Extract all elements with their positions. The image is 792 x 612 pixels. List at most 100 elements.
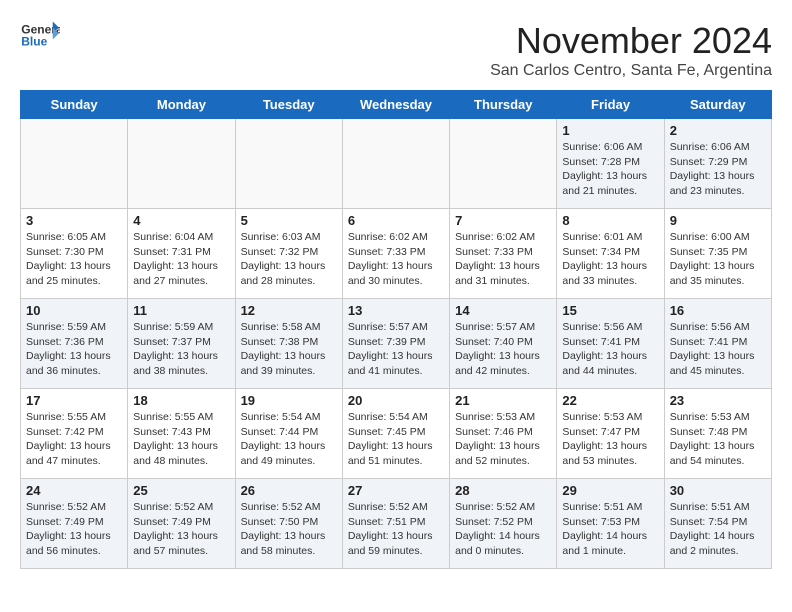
calendar-cell: 26 Sunrise: 5:52 AM Sunset: 7:50 PM Dayli… xyxy=(235,479,342,569)
day-number: 13 xyxy=(348,303,444,318)
day-info: Sunrise: 5:52 AM Sunset: 7:49 PM Dayligh… xyxy=(26,500,122,559)
day-number: 17 xyxy=(26,393,122,408)
day-number: 8 xyxy=(562,213,658,228)
calendar-cell: 17 Sunrise: 5:55 AM Sunset: 7:42 PM Dayli… xyxy=(21,389,128,479)
day-number: 24 xyxy=(26,483,122,498)
day-info: Sunrise: 5:55 AM Sunset: 7:43 PM Dayligh… xyxy=(133,410,229,469)
day-number: 3 xyxy=(26,213,122,228)
day-of-week-header: Sunday xyxy=(21,91,128,119)
day-info: Sunrise: 5:57 AM Sunset: 7:39 PM Dayligh… xyxy=(348,320,444,379)
day-number: 15 xyxy=(562,303,658,318)
day-info: Sunrise: 6:02 AM Sunset: 7:33 PM Dayligh… xyxy=(348,230,444,289)
svg-text:Blue: Blue xyxy=(21,35,47,49)
day-info: Sunrise: 5:52 AM Sunset: 7:52 PM Dayligh… xyxy=(455,500,551,559)
calendar-cell: 20 Sunrise: 5:54 AM Sunset: 7:45 PM Dayli… xyxy=(342,389,449,479)
calendar-cell: 3 Sunrise: 6:05 AM Sunset: 7:30 PM Daylig… xyxy=(21,209,128,299)
day-of-week-header: Friday xyxy=(557,91,664,119)
calendar-cell xyxy=(21,119,128,209)
day-info: Sunrise: 6:06 AM Sunset: 7:28 PM Dayligh… xyxy=(562,140,658,199)
calendar-cell: 15 Sunrise: 5:56 AM Sunset: 7:41 PM Dayli… xyxy=(557,299,664,389)
subtitle: San Carlos Centro, Santa Fe, Argentina xyxy=(490,62,772,80)
day-of-week-header: Thursday xyxy=(450,91,557,119)
calendar-cell xyxy=(235,119,342,209)
calendar-table: SundayMondayTuesdayWednesdayThursdayFrid… xyxy=(20,90,772,569)
calendar-cell: 24 Sunrise: 5:52 AM Sunset: 7:49 PM Dayli… xyxy=(21,479,128,569)
calendar-cell: 30 Sunrise: 5:51 AM Sunset: 7:54 PM Dayli… xyxy=(664,479,771,569)
calendar-cell: 8 Sunrise: 6:01 AM Sunset: 7:34 PM Daylig… xyxy=(557,209,664,299)
calendar-cell: 13 Sunrise: 5:57 AM Sunset: 7:39 PM Dayli… xyxy=(342,299,449,389)
calendar-cell: 21Sunrise: 5:53 AM Sunset: 7:46 PM Dayli… xyxy=(450,389,557,479)
calendar-cell: 6 Sunrise: 6:02 AM Sunset: 7:33 PM Daylig… xyxy=(342,209,449,299)
day-info: Sunrise: 5:53 AM Sunset: 7:47 PM Dayligh… xyxy=(562,410,658,469)
day-of-week-header: Wednesday xyxy=(342,91,449,119)
calendar-cell: 27 Sunrise: 5:52 AM Sunset: 7:51 PM Dayli… xyxy=(342,479,449,569)
day-of-week-header: Tuesday xyxy=(235,91,342,119)
calendar-cell: 16 Sunrise: 5:56 AM Sunset: 7:41 PM Dayli… xyxy=(664,299,771,389)
calendar-cell: 5Sunrise: 6:03 AM Sunset: 7:32 PM Daylig… xyxy=(235,209,342,299)
day-number: 28 xyxy=(455,483,551,498)
day-info: Sunrise: 5:54 AM Sunset: 7:45 PM Dayligh… xyxy=(348,410,444,469)
day-number: 7 xyxy=(455,213,551,228)
calendar-cell: 28 Sunrise: 5:52 AM Sunset: 7:52 PM Dayli… xyxy=(450,479,557,569)
day-number: 14 xyxy=(455,303,551,318)
calendar-cell: 19 Sunrise: 5:54 AM Sunset: 7:44 PM Dayli… xyxy=(235,389,342,479)
day-number: 12 xyxy=(241,303,337,318)
day-info: Sunrise: 5:55 AM Sunset: 7:42 PM Dayligh… xyxy=(26,410,122,469)
day-number: 21 xyxy=(455,393,551,408)
day-number: 4 xyxy=(133,213,229,228)
day-info: Sunrise: 5:56 AM Sunset: 7:41 PM Dayligh… xyxy=(562,320,658,379)
logo-icon: General Blue xyxy=(20,20,60,50)
day-number: 30 xyxy=(670,483,766,498)
day-number: 20 xyxy=(348,393,444,408)
day-info: Sunrise: 5:59 AM Sunset: 7:37 PM Dayligh… xyxy=(133,320,229,379)
calendar-cell: 22 Sunrise: 5:53 AM Sunset: 7:47 PM Dayli… xyxy=(557,389,664,479)
day-of-week-header: Monday xyxy=(128,91,235,119)
day-info: Sunrise: 5:51 AM Sunset: 7:54 PM Dayligh… xyxy=(670,500,766,559)
calendar-cell: 23Sunrise: 5:53 AM Sunset: 7:48 PM Dayli… xyxy=(664,389,771,479)
day-number: 6 xyxy=(348,213,444,228)
day-number: 5 xyxy=(241,213,337,228)
month-title: November 2024 xyxy=(490,20,772,62)
day-number: 18 xyxy=(133,393,229,408)
day-info: Sunrise: 5:54 AM Sunset: 7:44 PM Dayligh… xyxy=(241,410,337,469)
day-number: 22 xyxy=(562,393,658,408)
day-info: Sunrise: 6:05 AM Sunset: 7:30 PM Dayligh… xyxy=(26,230,122,289)
day-info: Sunrise: 5:52 AM Sunset: 7:50 PM Dayligh… xyxy=(241,500,337,559)
title-section: November 2024 San Carlos Centro, Santa F… xyxy=(490,20,772,80)
calendar-cell: 29 Sunrise: 5:51 AM Sunset: 7:53 PM Dayli… xyxy=(557,479,664,569)
day-info: Sunrise: 6:01 AM Sunset: 7:34 PM Dayligh… xyxy=(562,230,658,289)
calendar-cell: 10Sunrise: 5:59 AM Sunset: 7:36 PM Dayli… xyxy=(21,299,128,389)
day-number: 26 xyxy=(241,483,337,498)
calendar-cell xyxy=(128,119,235,209)
day-of-week-header: Saturday xyxy=(664,91,771,119)
day-info: Sunrise: 6:04 AM Sunset: 7:31 PM Dayligh… xyxy=(133,230,229,289)
calendar-cell: 1 Sunrise: 6:06 AM Sunset: 7:28 PM Daylig… xyxy=(557,119,664,209)
calendar-cell: 2Sunrise: 6:06 AM Sunset: 7:29 PM Daylig… xyxy=(664,119,771,209)
day-number: 16 xyxy=(670,303,766,318)
day-info: Sunrise: 6:00 AM Sunset: 7:35 PM Dayligh… xyxy=(670,230,766,289)
day-number: 19 xyxy=(241,393,337,408)
calendar-cell: 12 Sunrise: 5:58 AM Sunset: 7:38 PM Dayli… xyxy=(235,299,342,389)
day-number: 29 xyxy=(562,483,658,498)
day-info: Sunrise: 5:56 AM Sunset: 7:41 PM Dayligh… xyxy=(670,320,766,379)
calendar-cell: 9Sunrise: 6:00 AM Sunset: 7:35 PM Daylig… xyxy=(664,209,771,299)
calendar-cell: 11 Sunrise: 5:59 AM Sunset: 7:37 PM Dayli… xyxy=(128,299,235,389)
day-number: 27 xyxy=(348,483,444,498)
calendar-cell: 14 Sunrise: 5:57 AM Sunset: 7:40 PM Dayli… xyxy=(450,299,557,389)
calendar-cell: 7 Sunrise: 6:02 AM Sunset: 7:33 PM Daylig… xyxy=(450,209,557,299)
day-info: Sunrise: 5:52 AM Sunset: 7:51 PM Dayligh… xyxy=(348,500,444,559)
calendar-cell: 18 Sunrise: 5:55 AM Sunset: 7:43 PM Dayli… xyxy=(128,389,235,479)
calendar-cell xyxy=(450,119,557,209)
logo: General Blue xyxy=(20,20,60,50)
day-info: Sunrise: 6:02 AM Sunset: 7:33 PM Dayligh… xyxy=(455,230,551,289)
day-info: Sunrise: 5:59 AM Sunset: 7:36 PM Dayligh… xyxy=(26,320,122,379)
day-number: 25 xyxy=(133,483,229,498)
calendar-cell xyxy=(342,119,449,209)
day-info: Sunrise: 5:51 AM Sunset: 7:53 PM Dayligh… xyxy=(562,500,658,559)
day-number: 11 xyxy=(133,303,229,318)
day-info: Sunrise: 5:57 AM Sunset: 7:40 PM Dayligh… xyxy=(455,320,551,379)
day-info: Sunrise: 5:52 AM Sunset: 7:49 PM Dayligh… xyxy=(133,500,229,559)
day-info: Sunrise: 5:58 AM Sunset: 7:38 PM Dayligh… xyxy=(241,320,337,379)
calendar-cell: 25 Sunrise: 5:52 AM Sunset: 7:49 PM Dayli… xyxy=(128,479,235,569)
day-number: 1 xyxy=(562,123,658,138)
